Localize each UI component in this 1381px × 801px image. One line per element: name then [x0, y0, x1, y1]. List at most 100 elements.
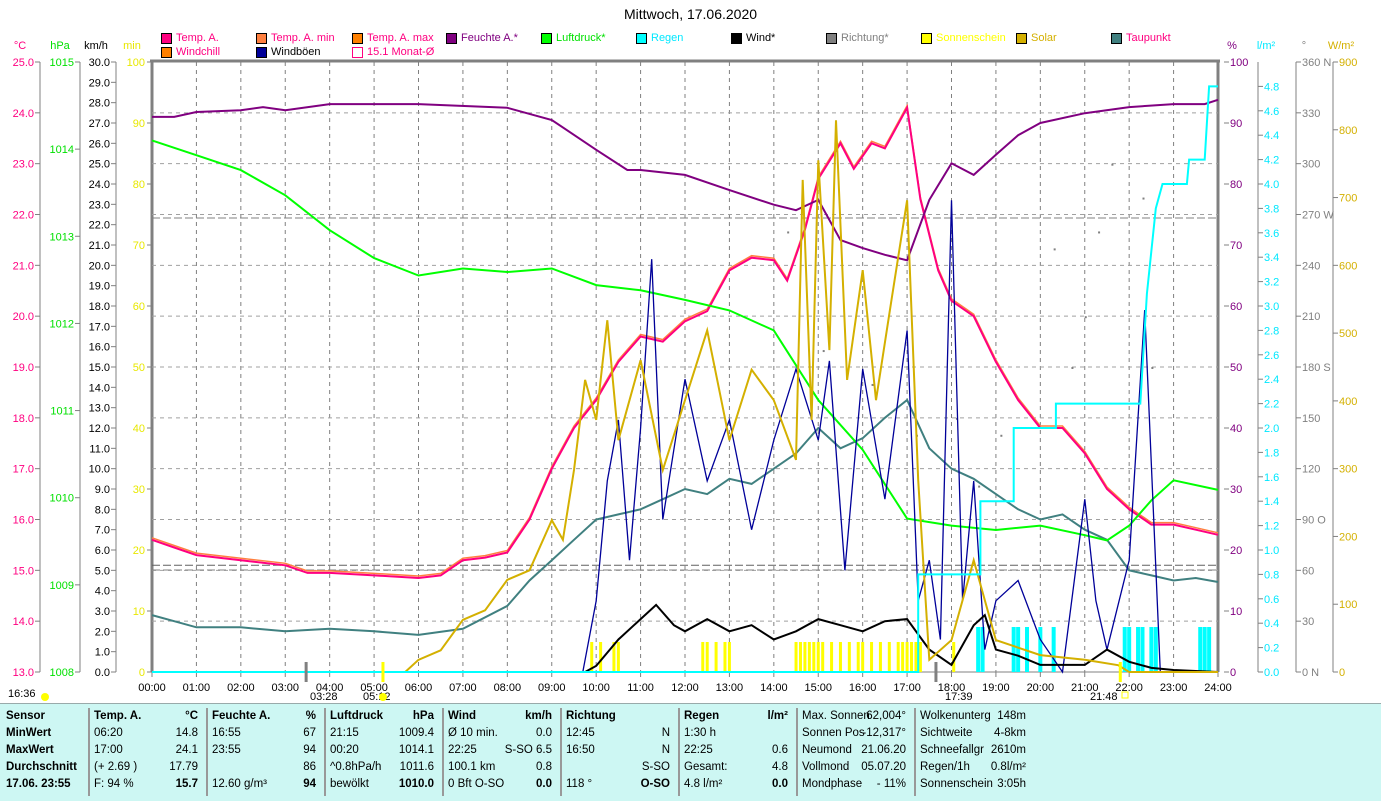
sunshine-bar: [905, 642, 909, 672]
axis-tick-label: 40: [1230, 423, 1242, 435]
time-marker-left: 16:36: [8, 688, 36, 700]
stats-label: ^0.8hPa/h: [330, 761, 382, 773]
stats-label: bewölkt: [330, 778, 369, 790]
axis-tick-label: 4.4: [1264, 130, 1279, 142]
axis-tick-label: 4.2: [1264, 155, 1279, 167]
stats-value: N: [661, 727, 670, 739]
sunshine-bar: [701, 642, 705, 672]
stats-row: Luftdruck hPa: [324, 708, 442, 725]
axis-tick-label: 70: [1230, 240, 1242, 252]
axis-tick-label: 0.0: [95, 667, 110, 679]
rain-bar: [1016, 627, 1021, 672]
axis-unit-label: °: [1302, 40, 1306, 52]
x-tick-label: 19:00: [982, 682, 1010, 694]
axis-tick-label: 1014: [50, 144, 74, 156]
sunshine-bar: [838, 642, 842, 672]
stats-row: Regen/1h 0.8l/m²: [914, 759, 1034, 776]
stats-row: Richtung: [560, 708, 678, 725]
axis-tick-label: 800: [1339, 125, 1357, 137]
stats-value: 21.06.20: [861, 744, 906, 756]
stats-value: 1009.4: [398, 727, 434, 739]
axis-tick-label: 2.0: [1264, 423, 1279, 435]
stats-column: Sensor MinWert MaxWert Durchschnitt 17.06. 2…: [0, 708, 90, 796]
stats-row: 17.06. 23:55: [0, 776, 88, 793]
sunshine-bar: [830, 642, 834, 672]
stats-label: Durchschnitt: [6, 761, 77, 773]
stats-label: Regen: [684, 710, 720, 722]
axis-tick-label: 0.0: [1264, 667, 1279, 679]
stats-label: Schneefallgr: [920, 744, 984, 756]
axis-tick-label: 90: [1230, 118, 1242, 130]
direction-point: [1071, 367, 1074, 369]
axis-tick-label: 15.0: [89, 362, 110, 374]
axis-tick-label: 20.0: [13, 311, 34, 323]
stats-label: 22:25: [448, 744, 477, 756]
sunshine-bar: [847, 642, 851, 672]
stats-value: 94: [303, 744, 316, 756]
axis-tick-label: 23.0: [13, 159, 34, 171]
stats-value: 86: [303, 761, 316, 773]
stats-row: 17:00 24.1: [88, 742, 206, 759]
axis-tick-label: 25.0: [13, 57, 34, 69]
axis-tick-label: 3.4: [1264, 252, 1279, 264]
axis-tick-label: 4.0: [1264, 179, 1279, 191]
x-tick-label: 15:00: [804, 682, 832, 694]
axis-tick-label: 210: [1302, 311, 1320, 323]
axis-tick-label: 14.0: [13, 616, 34, 628]
axis-unit-label: °C: [14, 40, 26, 52]
axis-rain: l/m² 0.0 0.2 0.4 0.6 0.8 1.0 1.2 1.4 1.6 1.8 2.0 2.2…: [1257, 40, 1279, 679]
axis-tick-label: 28.0: [89, 98, 110, 110]
axis-tick-label: 21.0: [13, 260, 34, 272]
axis-tick-label: 400: [1339, 396, 1357, 408]
axis-tick-label: 15.0: [13, 565, 34, 577]
stats-row: 1:30 h: [678, 725, 796, 742]
sunshine-bar: [816, 642, 820, 672]
x-tick-label: 06:00: [405, 682, 433, 694]
stats-label: 12:45: [566, 727, 595, 739]
x-tick-label: 14:00: [760, 682, 788, 694]
stats-label: Mondphase: [802, 778, 863, 790]
axis-tick-label: 90: [133, 118, 145, 130]
stats-value: 0.0: [536, 778, 552, 790]
axis-tick-label: 100: [127, 57, 145, 69]
rain-bar: [1153, 627, 1158, 672]
stats-label: 17:00: [94, 744, 123, 756]
weather-chart: °C 13.0 14.0 15.0 16.0 17.0 18.0 19.0 20.0 21.0 22…: [8, 40, 1357, 703]
stats-value: 1014.1: [398, 744, 434, 756]
axis-tick-label: 16.0: [89, 342, 110, 354]
axis-tick-label: 19.0: [13, 362, 34, 374]
axis-tick-label: 20: [133, 545, 145, 557]
sunshine-bar: [798, 642, 802, 672]
stats-value: 0.8: [536, 761, 552, 773]
sunshine-bar: [952, 642, 956, 672]
axis-tick-label: 1.4: [1264, 496, 1279, 508]
stats-value: 24.1: [175, 744, 198, 756]
x-tick-label: 11:00: [627, 682, 654, 694]
axis-tick-label: 17.0: [13, 464, 34, 476]
stats-label: 17.06. 23:55: [6, 778, 71, 790]
time-marker-sunset: 21:48: [1090, 691, 1118, 703]
axis-tick-label: 0: [1230, 667, 1236, 679]
stats-label: 118 °: [566, 778, 593, 790]
rain-bar: [1149, 627, 1154, 672]
axis-tick-label: 10: [1230, 606, 1242, 618]
axis-tick-label: 30: [1230, 484, 1242, 496]
axis-tick-label: 1011: [50, 406, 74, 418]
axis-tick-label: 60: [1230, 301, 1242, 313]
x-tick-label: 08:00: [494, 682, 522, 694]
stats-row: Wind km/h: [442, 708, 560, 725]
axis-tick-label: 180 S: [1302, 362, 1331, 374]
stats-label: 21:15: [330, 727, 359, 739]
stats-label: Wolkenunterg: [920, 710, 991, 722]
x-tick-label: 17:00: [893, 682, 921, 694]
stats-label: Vollmond: [802, 761, 850, 773]
axis-tick-label: 80: [1230, 179, 1242, 191]
stats-row: bewölkt 1010.0: [324, 776, 442, 793]
axis-tick-label: 5.0: [95, 565, 110, 577]
axis-tick-label: 50: [133, 362, 145, 374]
axis-tick-label: 3.6: [1264, 228, 1279, 240]
moon-icon: [41, 693, 49, 701]
stats-column: Feuchte A.% 16:55 67 23:55 94 86 12.60 g/m³ 94: [206, 708, 326, 796]
sun-icon: [379, 693, 387, 701]
sunshine-bar: [599, 642, 603, 672]
